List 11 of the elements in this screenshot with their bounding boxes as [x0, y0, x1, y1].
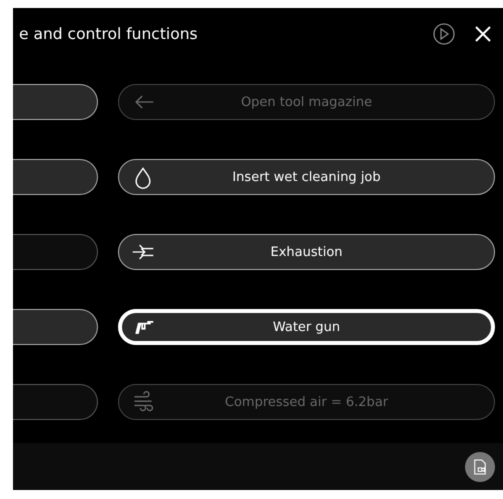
play-icon[interactable]	[433, 23, 455, 45]
video-file-icon	[473, 458, 487, 474]
close-button[interactable]	[473, 24, 493, 44]
action-button[interactable]: Insert wet cleaning job	[118, 159, 495, 195]
side-button[interactable]	[13, 84, 98, 120]
side-button[interactable]	[13, 159, 98, 195]
action-button[interactable]: Exhaustion	[118, 234, 495, 270]
side-button[interactable]	[13, 309, 98, 345]
action-button[interactable]: Water gun	[118, 309, 495, 345]
file-video-button[interactable]	[465, 452, 495, 482]
screen-title: e and control functions	[19, 25, 199, 43]
